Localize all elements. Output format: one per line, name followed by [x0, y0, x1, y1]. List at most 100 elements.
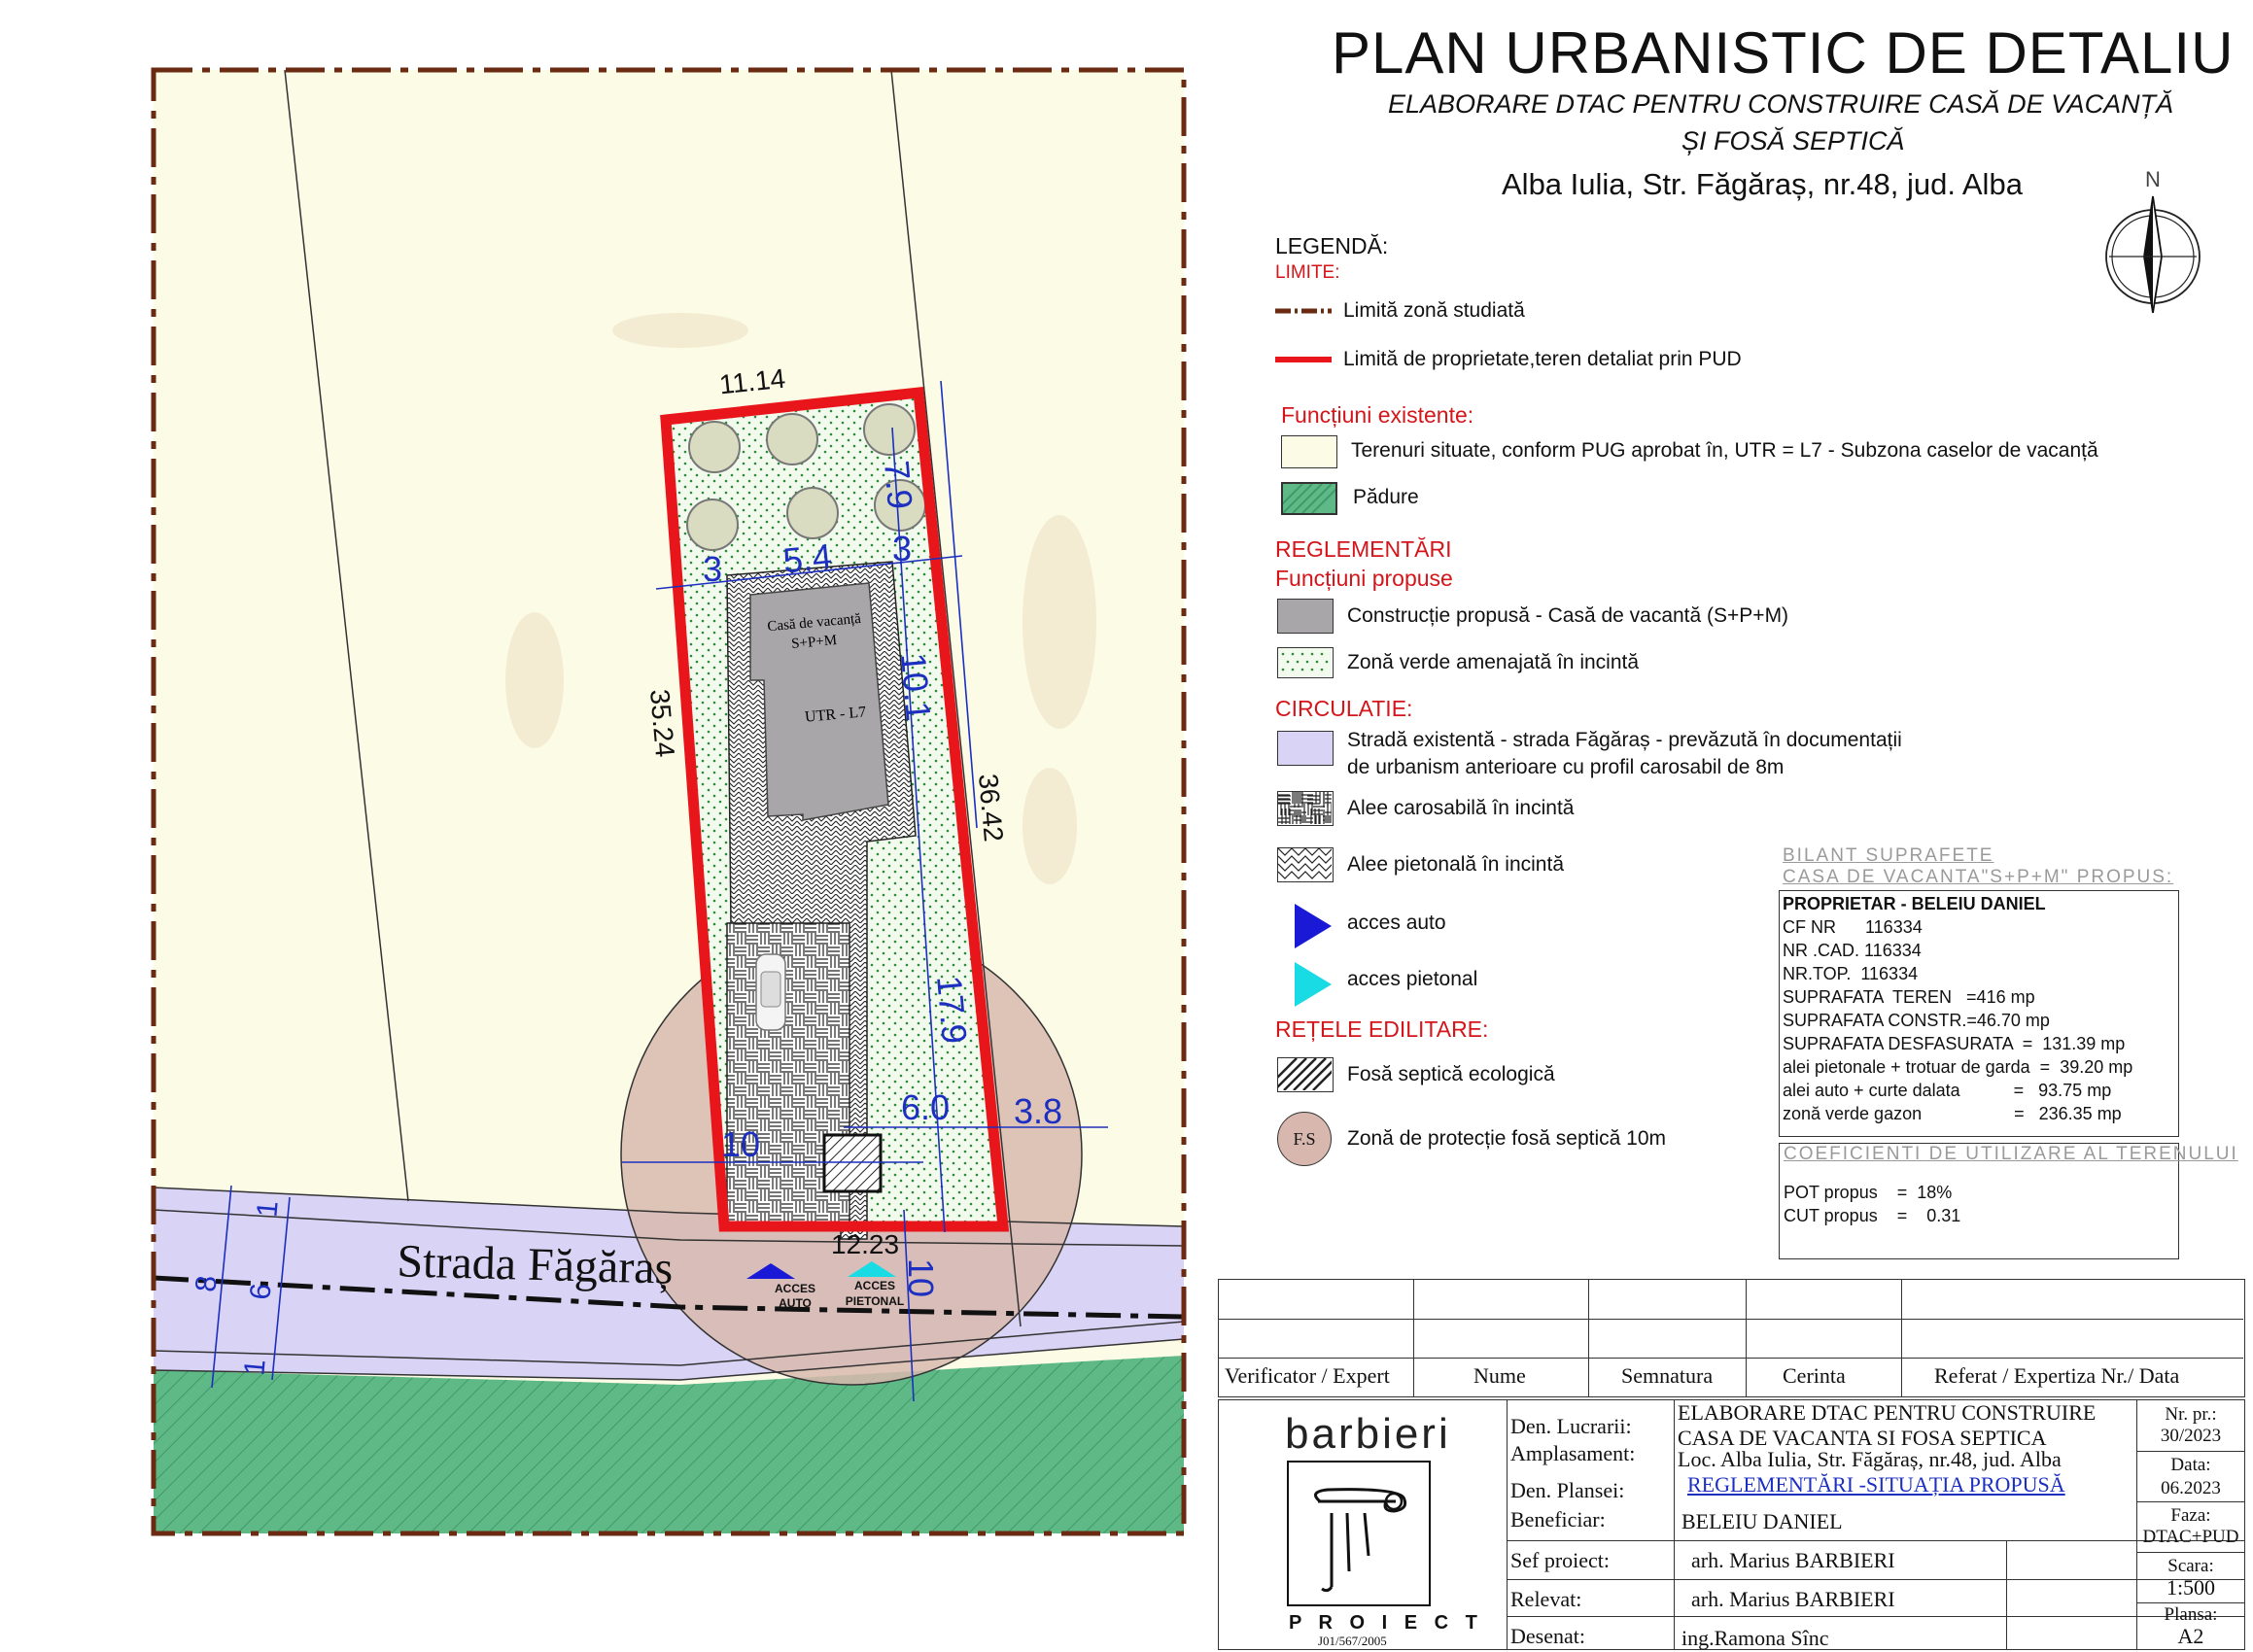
acces-auto-label-1: ACCES	[775, 1282, 815, 1295]
dim-3-right: 3	[892, 529, 912, 568]
label-relevat: Relevat:	[1510, 1587, 1582, 1611]
street-dim-8: 8	[190, 1274, 223, 1293]
legend-proposed-head: Funcțiuni propuse	[1275, 566, 1453, 591]
company-logo: barbieri P R O I E C T J01/567/2005	[1219, 1400, 1508, 1649]
balance-row: NR .CAD. 116334	[1783, 941, 1922, 960]
legend-swatch-property-limit	[1275, 344, 1332, 375]
label-nr-pr: Nr. pr.:	[2165, 1404, 2217, 1425]
sef-proiect-value: arh. Marius BARBIERI	[1691, 1548, 1895, 1572]
data-value: 06.2023	[2161, 1478, 2221, 1498]
legend-swatch-study-limit	[1275, 295, 1332, 327]
legend-swatch-green	[1277, 647, 1334, 678]
sig-col-referat: Referat / Expertiza Nr./ Data	[1934, 1363, 2180, 1388]
legend-forest: Pădure	[1353, 486, 1419, 508]
subtitle-line-1: ELABORARE DTAC PENTRU CONSTRUIRE CASĂ DE…	[1388, 89, 2174, 119]
scara-value: 1:500	[2166, 1575, 2216, 1600]
acces-auto-icon	[1291, 902, 1334, 955]
sig-col-verificator: Verificator / Expert	[1225, 1363, 1390, 1388]
dim-bottom: 12.23	[831, 1229, 899, 1259]
balance-box: BILANT SUPRAFETE CASA DE VACANTA"S+P+M" …	[1779, 845, 2179, 1137]
car-symbol	[755, 953, 786, 1031]
legend-proposed-building: Construcție propusă - Casă de vacantă (S…	[1347, 604, 1789, 627]
sig-col-semnatura: Semnatura	[1621, 1363, 1714, 1388]
label-amplasament: Amplasament:	[1510, 1441, 1636, 1465]
dim-5-4: 5.4	[781, 536, 834, 581]
legend-car-alley: Alee carosabilă în incintă	[1347, 797, 1575, 819]
balance-title-2: CASA DE VACANTA"S+P+M" PROPUS:	[1783, 867, 2174, 887]
acces-ped-label-2: PIETONAL	[846, 1294, 904, 1308]
label-faza: Faza:	[2170, 1505, 2211, 1526]
legend-swatch-street	[1277, 731, 1334, 766]
balance-row: CF NR 116334	[1783, 917, 1923, 937]
amplasament-value: Loc. Alba Iulia, Str. Făgăraș, nr.48, ju…	[1678, 1447, 2062, 1471]
site-plan: Casă de vacanță S+P+M UTR - L7 11.14 35.…	[151, 67, 1187, 1536]
acces-auto-label-2: AUTO	[779, 1296, 812, 1310]
balance-owner: PROPRIETAR - BELEIU DANIEL	[1783, 894, 2046, 913]
label-den-lucrarii: Den. Lucrarii:	[1510, 1414, 1632, 1438]
dim-7-9: 7.9	[877, 459, 920, 510]
acces-ped-label-1: ACCES	[854, 1279, 895, 1292]
balance-row: zonă verde gazon = 236.35 mp	[1783, 1104, 2122, 1123]
legend-swatch-forest	[1281, 482, 1337, 515]
balance-rows: CF NR 116334 NR .CAD. 116334 NR.TOP. 116…	[1783, 915, 2132, 1125]
logo-name: barbieri	[1285, 1410, 1451, 1458]
den-lucrarii-line-1: ELABORARE DTAC PENTRU CONSTRUIRE	[1678, 1400, 2097, 1425]
legend-networks-head: REȚELE EDILITARE:	[1275, 1016, 1489, 1042]
legend-swatch-building	[1277, 599, 1334, 634]
balance-row: alei pietonale + trotuar de garda = 39.2…	[1783, 1057, 2133, 1077]
dim-6-0: 6.0	[901, 1087, 950, 1127]
dim-17-9: 17.9	[929, 974, 975, 1045]
balance-row: SUPRAFATA DESFASURATA = 131.39 mp	[1783, 1034, 2126, 1053]
faza-value: DTAC+PUD	[2142, 1527, 2239, 1547]
legend-septic: Fosă septică ecologică	[1347, 1063, 1555, 1085]
logo-registration: J01/567/2005	[1318, 1634, 1387, 1648]
desenat-value: ing.Ramona Sînc	[1681, 1626, 1829, 1650]
page-title: PLAN URBANISTIC DE DETALIU	[1332, 20, 2235, 86]
signature-table: Verificator / Expert Nume Semnatura Ceri…	[1218, 1279, 2245, 1397]
balance-row: NR.TOP. 116334	[1783, 964, 1919, 983]
title-block: barbieri P R O I E C T J01/567/2005 Den.…	[1218, 1399, 2245, 1650]
location: Alba Iulia, Str. Făgăraș, nr.48, jud. Al…	[1502, 167, 2023, 201]
subtitle-line-2: ȘI FOSĂ SEPTICĂ	[1681, 126, 1905, 155]
legend-swatch-existing-land	[1281, 435, 1337, 468]
dim-left: 35.24	[644, 688, 680, 759]
legend-street-line-1: Stradă existentă - strada Făgăraș - prev…	[1347, 729, 1902, 751]
dim-3-8: 3.8	[1014, 1091, 1062, 1131]
sig-col-cerinta: Cerinta	[1783, 1363, 1846, 1388]
balance-row: SUPRAFATA CONSTR.=46.70 mp	[1783, 1011, 2050, 1030]
relevat-value: arh. Marius BARBIERI	[1691, 1587, 1895, 1611]
label-den-plansei: Den. Plansei:	[1510, 1478, 1625, 1502]
legend-protection: Zonă de protecție fosă septică 10m	[1347, 1127, 1667, 1150]
balance-row: SUPRAFATA TEREN =416 mp	[1783, 987, 2035, 1007]
legend-limits-head: LIMITE:	[1275, 262, 1340, 283]
sig-col-nume: Nume	[1473, 1363, 1526, 1388]
label-plansa: Plansa:	[2164, 1604, 2218, 1625]
street-dim-1b: 1	[238, 1358, 271, 1377]
label-beneficiar: Beneficiar:	[1510, 1507, 1606, 1532]
dim-3-left: 3	[703, 549, 722, 589]
pot-value: POT propus = 18%	[1784, 1183, 1953, 1202]
label-data: Data:	[2170, 1455, 2211, 1475]
legend-swatch-car-alley	[1277, 791, 1334, 826]
legend-title: LEGENDĂ:	[1275, 233, 1389, 258]
septic-tank	[822, 1133, 883, 1193]
legend-green-zone: Zonă verde amenajată în incintă	[1347, 651, 1640, 673]
north-arrow-icon: N	[2099, 167, 2206, 318]
coef-box: COEFICIENTI DE UTILIZARE AL TERENULUI PO…	[1779, 1143, 2236, 1259]
logo-proiect: P R O I E C T	[1289, 1612, 1483, 1634]
label-desenat: Desenat:	[1510, 1624, 1585, 1648]
legend-study-limit: Limită zonă studiată	[1343, 299, 1525, 322]
protection-symbol: F.S	[1293, 1128, 1316, 1149]
legend-street-line-2: de urbanism anterioare cu profil carosab…	[1347, 756, 1785, 778]
cut-value: CUT propus = 0.31	[1784, 1206, 1961, 1225]
street-dim-1a: 1	[251, 1199, 284, 1219]
legend-ped-alley: Alee pietonală în incintă	[1347, 853, 1564, 876]
dim-10-v: 10	[901, 1258, 941, 1297]
legend-swatch-septic	[1277, 1057, 1334, 1092]
beneficiar-value: BELEIU DANIEL	[1681, 1509, 1843, 1533]
balance-row: alei auto + curte dalata = 93.75 mp	[1783, 1081, 2112, 1100]
legend-property-limit: Limită de proprietate,teren detaliat pri…	[1343, 348, 1742, 370]
legend-swatch-ped-alley	[1277, 847, 1334, 882]
legend-acces-auto: acces auto	[1347, 912, 1446, 934]
balance-title-1: BILANT SUPRAFETE	[1783, 845, 1994, 866]
